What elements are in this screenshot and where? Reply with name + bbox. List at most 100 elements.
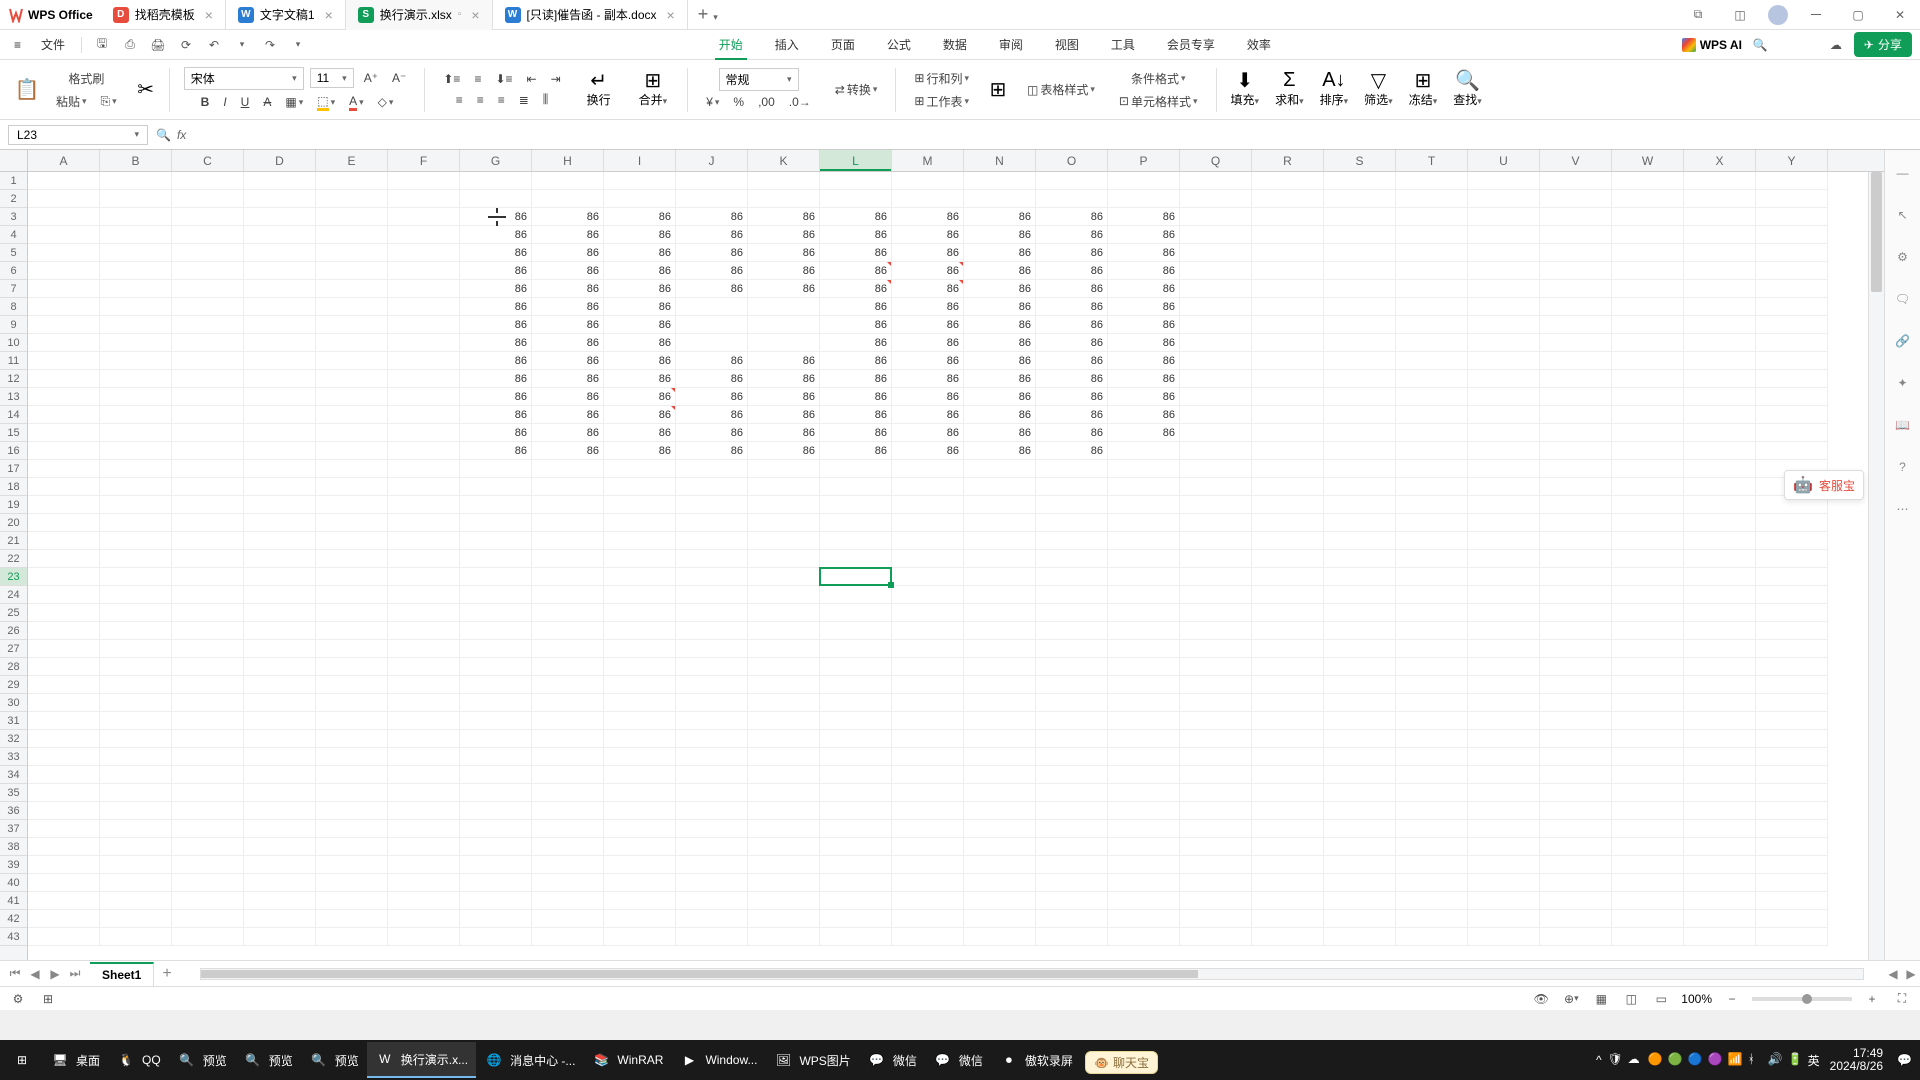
cell[interactable] (1252, 298, 1324, 316)
cell[interactable] (1468, 298, 1540, 316)
cell[interactable] (316, 280, 388, 298)
cell[interactable] (1324, 928, 1396, 946)
cell[interactable] (1540, 424, 1612, 442)
cell[interactable] (388, 586, 460, 604)
cell[interactable] (748, 568, 820, 586)
cell[interactable] (1540, 676, 1612, 694)
cell[interactable] (316, 262, 388, 280)
cell[interactable] (820, 514, 892, 532)
cell[interactable] (1540, 568, 1612, 586)
cell[interactable] (1684, 424, 1756, 442)
cell[interactable] (388, 514, 460, 532)
cell[interactable]: 86 (604, 442, 676, 460)
cell[interactable] (1324, 208, 1396, 226)
cell[interactable]: 86 (820, 244, 892, 262)
cell[interactable] (1108, 928, 1180, 946)
cell[interactable] (460, 676, 532, 694)
cell[interactable] (820, 478, 892, 496)
cell[interactable] (1612, 496, 1684, 514)
cell[interactable] (1756, 550, 1828, 568)
cell[interactable]: 86 (676, 424, 748, 442)
cell[interactable] (1396, 838, 1468, 856)
ribbon-tab[interactable]: 插入 (771, 30, 803, 59)
cell[interactable]: 86 (892, 262, 964, 280)
cell[interactable]: 86 (532, 244, 604, 262)
cell[interactable] (388, 748, 460, 766)
cell[interactable] (604, 856, 676, 874)
cell[interactable] (1612, 334, 1684, 352)
cell[interactable]: 86 (1108, 388, 1180, 406)
cell[interactable] (676, 568, 748, 586)
cell[interactable] (604, 676, 676, 694)
cell[interactable] (676, 622, 748, 640)
cell[interactable]: 86 (1108, 352, 1180, 370)
cell[interactable] (1252, 622, 1324, 640)
minimize-button[interactable] (1796, 0, 1836, 30)
cell[interactable] (388, 442, 460, 460)
cell[interactable] (676, 190, 748, 208)
cell[interactable] (28, 766, 100, 784)
cell[interactable] (1396, 226, 1468, 244)
cell[interactable] (1252, 190, 1324, 208)
cell[interactable] (1180, 622, 1252, 640)
taskbar-item[interactable]: ⏺傲软录屏 (991, 1042, 1081, 1078)
cell[interactable] (1396, 910, 1468, 928)
cell[interactable] (1540, 874, 1612, 892)
cell[interactable]: 86 (532, 262, 604, 280)
cell[interactable] (1468, 370, 1540, 388)
cell[interactable] (748, 586, 820, 604)
align-center-icon[interactable]: ≡ (473, 91, 488, 109)
cell[interactable]: 86 (820, 262, 892, 280)
cell[interactable] (1396, 820, 1468, 838)
cell[interactable] (820, 802, 892, 820)
cell[interactable] (244, 694, 316, 712)
column-header[interactable]: H (532, 150, 604, 171)
cell[interactable] (1684, 892, 1756, 910)
cell[interactable] (244, 784, 316, 802)
cell[interactable] (1036, 748, 1108, 766)
cell[interactable]: 86 (1108, 334, 1180, 352)
cell[interactable] (28, 424, 100, 442)
column-header[interactable]: Y (1756, 150, 1828, 171)
cell[interactable] (28, 694, 100, 712)
cell[interactable] (316, 172, 388, 190)
cell[interactable] (1684, 514, 1756, 532)
cell[interactable] (1612, 442, 1684, 460)
cell[interactable] (1396, 622, 1468, 640)
cell[interactable] (1684, 280, 1756, 298)
cell[interactable] (1540, 316, 1612, 334)
view-pagelayout-icon[interactable]: ◫ (1621, 989, 1641, 1009)
row-header[interactable]: 8 (0, 298, 27, 316)
cell[interactable] (1180, 298, 1252, 316)
cell[interactable] (460, 802, 532, 820)
cell[interactable] (316, 208, 388, 226)
cell[interactable] (892, 550, 964, 568)
italic-button[interactable]: I (219, 93, 230, 111)
cell[interactable] (1252, 442, 1324, 460)
cell[interactable] (460, 766, 532, 784)
cell[interactable] (1684, 676, 1756, 694)
distribute-icon[interactable]: ⫼ (539, 90, 553, 109)
cell[interactable] (1252, 172, 1324, 190)
cell[interactable]: 86 (820, 208, 892, 226)
cell[interactable] (964, 730, 1036, 748)
cell[interactable] (676, 874, 748, 892)
cell[interactable] (1108, 604, 1180, 622)
cell[interactable] (820, 568, 892, 586)
cell[interactable] (28, 442, 100, 460)
cell[interactable] (892, 460, 964, 478)
cell[interactable] (1324, 604, 1396, 622)
cell[interactable] (532, 910, 604, 928)
cell[interactable] (1324, 730, 1396, 748)
cell[interactable] (1396, 352, 1468, 370)
bold-button[interactable]: B (197, 93, 214, 111)
cell[interactable] (1252, 568, 1324, 586)
cell[interactable] (1036, 604, 1108, 622)
column-header[interactable]: O (1036, 150, 1108, 171)
cell[interactable] (1468, 640, 1540, 658)
cell[interactable]: 86 (676, 370, 748, 388)
row-header[interactable]: 27 (0, 640, 27, 658)
cell[interactable] (172, 478, 244, 496)
cell[interactable] (1108, 640, 1180, 658)
cell[interactable] (316, 334, 388, 352)
